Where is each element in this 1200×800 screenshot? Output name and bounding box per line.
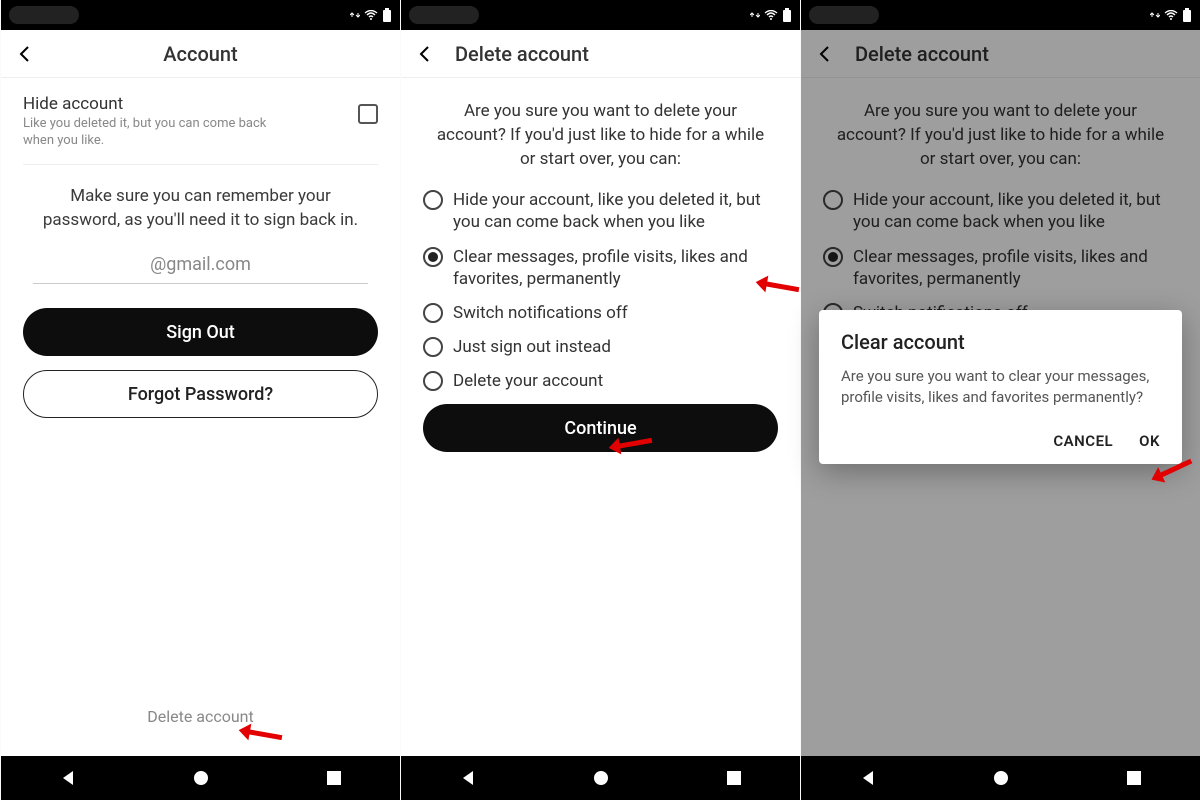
screen-clear-dialog: Delete account Are you sure you want to … xyxy=(800,0,1200,800)
nav-back-icon[interactable] xyxy=(59,769,77,787)
battery-icon xyxy=(1182,8,1192,22)
nav-bar xyxy=(801,756,1200,800)
content: Hide account Like you deleted it, but yo… xyxy=(1,78,400,756)
header: Account xyxy=(1,30,400,78)
page-title: Account xyxy=(13,42,388,66)
hide-account-row[interactable]: Hide account Like you deleted it, but yo… xyxy=(23,94,378,165)
option-clear[interactable]: Clear messages, profile visits, likes an… xyxy=(423,246,778,290)
continue-button[interactable]: Continue xyxy=(423,404,778,452)
screen-delete-options: Delete account Are you sure you want to … xyxy=(400,0,800,800)
nav-home-icon[interactable] xyxy=(592,769,610,787)
option-signout[interactable]: Just sign out instead xyxy=(423,336,778,358)
nav-back-icon[interactable] xyxy=(459,769,477,787)
camera-cutout xyxy=(809,6,879,24)
option-label: Hide your account, like you deleted it, … xyxy=(453,189,778,233)
arrows-icon xyxy=(350,10,360,20)
option-label: Delete your account xyxy=(453,370,603,392)
option-label: Switch notifications off xyxy=(453,302,628,324)
status-bar xyxy=(1,0,400,30)
radio-icon xyxy=(423,337,443,357)
forgot-password-button[interactable]: Forgot Password? xyxy=(23,370,378,418)
radio-icon xyxy=(423,371,443,391)
nav-recent-icon[interactable] xyxy=(1125,769,1143,787)
remember-password-msg: Make sure you can remember your password… xyxy=(31,185,370,233)
nav-bar xyxy=(1,756,400,800)
delete-prompt: Are you sure you want to delete your acc… xyxy=(433,100,768,171)
nav-recent-icon[interactable] xyxy=(325,769,343,787)
content: Are you sure you want to delete your acc… xyxy=(401,78,800,756)
hide-account-sub: Like you deleted it, but you can come ba… xyxy=(23,116,283,150)
nav-bar xyxy=(401,756,800,800)
wifi-icon xyxy=(764,10,778,20)
header: Delete account xyxy=(401,30,800,78)
camera-cutout xyxy=(9,6,79,24)
nav-home-icon[interactable] xyxy=(192,769,210,787)
status-bar xyxy=(801,0,1200,30)
battery-icon xyxy=(382,8,392,22)
screen-account: Account Hide account Like you deleted it… xyxy=(0,0,400,800)
wifi-icon xyxy=(364,10,378,20)
option-notifications[interactable]: Switch notifications off xyxy=(423,302,778,324)
arrows-icon xyxy=(1150,10,1160,20)
hide-account-checkbox[interactable] xyxy=(358,104,378,124)
dialog-title: Clear account xyxy=(841,330,1160,354)
nav-recent-icon[interactable] xyxy=(725,769,743,787)
dialog-cancel-button[interactable]: CANCEL xyxy=(1053,432,1113,450)
option-delete[interactable]: Delete your account xyxy=(423,370,778,392)
status-bar xyxy=(401,0,800,30)
dialog-ok-button[interactable]: OK xyxy=(1139,432,1160,450)
email-input[interactable]: @gmail.com xyxy=(33,254,368,284)
page-title: Delete account xyxy=(437,42,788,66)
radio-icon xyxy=(423,303,443,323)
radio-icon xyxy=(423,190,443,210)
nav-back-icon[interactable] xyxy=(859,769,877,787)
clear-account-dialog: Clear account Are you sure you want to c… xyxy=(819,310,1182,464)
battery-icon xyxy=(782,8,792,22)
dialog-body: Are you sure you want to clear your mess… xyxy=(841,366,1160,408)
nav-home-icon[interactable] xyxy=(992,769,1010,787)
back-button[interactable] xyxy=(413,42,437,66)
option-hide[interactable]: Hide your account, like you deleted it, … xyxy=(423,189,778,233)
option-label: Just sign out instead xyxy=(453,336,611,358)
delete-account-link[interactable]: Delete account xyxy=(1,707,400,726)
camera-cutout xyxy=(409,6,479,24)
option-label: Clear messages, profile visits, likes an… xyxy=(453,246,778,290)
hide-account-label: Hide account xyxy=(23,94,283,114)
arrows-icon xyxy=(750,10,760,20)
radio-icon-selected xyxy=(423,247,443,267)
sign-out-button[interactable]: Sign Out xyxy=(23,308,378,356)
wifi-icon xyxy=(1164,10,1178,20)
